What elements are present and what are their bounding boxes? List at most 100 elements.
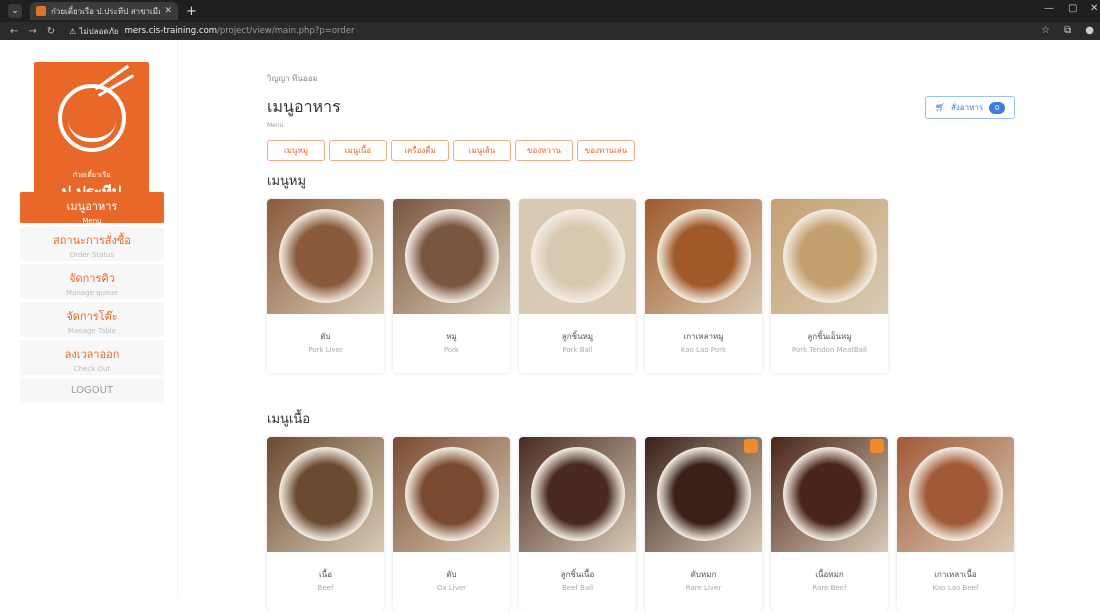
category-noodles-button[interactable]: เมนูเส้น [453,140,511,161]
main-content: วิญญา ทีนออม เมนูอาหาร Menu 🛒︎ สั่งอาหาร… [178,40,1100,611]
sidebar-item-sublabel: Menu [82,217,102,225]
close-tab-icon[interactable]: ✕ [164,6,172,16]
menu-item-name: ลูกชิ้นหมู [561,332,594,341]
menu-item-card[interactable]: เนื้อ Beef [267,437,384,611]
menu-item-english-name: Pork [443,346,460,354]
logout-label: LOGOUT [70,385,114,396]
sidebar: ก๋วยเตี๋ยวเรือ ป.ประทีป เมนูอาหาร Menu ส… [0,40,178,598]
page-title: เมนูอาหาร [267,97,341,116]
category-dessert-button[interactable]: ของหวาน [515,140,573,161]
category-snacks-button[interactable]: ของทานเล่น [577,140,635,161]
menu-item-name: ลูกชิ้นเอ็นหมู [807,332,852,341]
menu-item-name: เนื้อ [318,570,332,579]
user-name: วิญญา ทีนออม [267,74,318,83]
sidebar-item-sublabel: Manage Table [67,327,117,335]
menu-item-photo [645,199,762,314]
tab-title: ก๋วยเตี๋ยวเรือ ป.ประทีป สาขาเมืองนน [51,6,160,16]
tab-search-icon[interactable]: ⌄ [8,4,22,18]
menu-item-english-name: Kao Lao Pork [680,346,727,354]
menu-item-card[interactable]: ลูกชิ้นเนื้อ Beef Ball [519,437,636,611]
sidebar-item-label: ลงเวลาออก [64,348,120,361]
noodle-bowl-icon [58,84,126,152]
sidebar-item-check-out[interactable]: ลงเวลาออก Check Out [20,340,164,375]
menu-item-english-name: Pork Liver [308,346,343,354]
category-filter: เมนูหมู เมนูเนื้อ เครื่องดื่ม เมนูเส้น ข… [267,140,635,161]
profile-icon[interactable]: ● [1085,25,1094,36]
menu-item-photo [393,199,510,314]
page-subtitle: Menu [267,122,284,129]
menu-item-card[interactable]: ตับ Ox Liver [393,437,510,611]
sidebar-item-label: สถานะการสั่งซื้อ [53,234,131,247]
plate-shape [405,447,499,541]
restore-icon[interactable]: ▢ [1068,3,1077,14]
menu-item-card[interactable]: ลูกชิ้นเอ็นหมู Pork Tendon MeatBall [771,199,888,373]
menu-item-card[interactable]: เนื้อหมก Rare Beef [771,437,888,611]
forward-icon[interactable]: → [28,26,36,37]
minimize-icon[interactable]: — [1044,3,1054,14]
menu-item-photo [519,437,636,552]
reload-icon[interactable]: ↻ [47,26,55,37]
plate-shape [405,209,499,303]
sidebar-item-label: เมนูอาหาร [66,200,118,213]
menu-item-english-name: Pork Ball [562,346,593,354]
sidebar-item-sublabel: Order Status [69,251,115,259]
menu-item-photo [267,437,384,552]
menu-item-english-name: Pork Tendon MeatBall [792,346,867,354]
menu-item-photo [771,199,888,314]
section-title: เมนูหมู [267,174,307,189]
url-path: /project/view/main.php?p=order [217,26,355,36]
menu-item-name: เกาเหลาเนื้อ [934,570,977,579]
order-button[interactable]: 🛒︎ สั่งอาหาร 0 [925,96,1015,119]
plate-shape [657,209,751,303]
menu-item-photo [645,437,762,552]
menu-item-english-name: Beef Ball [561,584,594,592]
menu-item-name: หมู [446,332,457,341]
sidebar-item-manage-queue[interactable]: จัดการคิว Manage queue [20,264,164,299]
menu-item-english-name: Rare Liver [685,584,722,592]
menu-item-name: เนื้อหมก [815,570,844,579]
browser-tab-strip: ⌄ ก๋วยเตี๋ยวเรือ ป.ประทีป สาขาเมืองนน ✕ … [0,0,1100,22]
menu-item-card[interactable]: เกาเหลาหมู Kao Lao Pork [645,199,762,373]
menu-item-english-name: Rare Beef [812,584,847,592]
category-beef-button[interactable]: เมนูเนื้อ [329,140,387,161]
address-bar[interactable]: ⚠ ไม่ปลอดภัย mers.cis-training.com/proje… [69,24,354,38]
menu-item-english-name: Ox Liver [436,584,467,592]
browser-tab[interactable]: ก๋วยเตี๋ยวเรือ ป.ประทีป สาขาเมืองนน ✕ [30,2,178,20]
badge-icon [870,439,884,453]
menu-item-name: เกาเหลาหมู [683,332,724,341]
extensions-icon[interactable]: ⧉ [1064,25,1071,36]
sidebar-item-label: จัดการโต๊ะ [66,310,118,323]
order-count-badge: 0 [989,101,1006,114]
browser-toolbar: ← → ↻ ⚠ ไม่ปลอดภัย mers.cis-training.com… [0,22,1100,40]
plate-shape [783,447,877,541]
security-label: ไม่ปลอดภัย [79,26,119,36]
category-pork-button[interactable]: เมนูหมู [267,140,325,161]
menu-item-card[interactable]: ลูกชิ้นหมู Pork Ball [519,199,636,373]
bookmark-star-icon[interactable]: ☆ [1041,25,1050,36]
menu-item-name: ตับหมก [690,570,717,579]
menu-item-card[interactable]: ตับ Pork Liver [267,199,384,373]
back-icon[interactable]: ← [10,26,18,37]
plate-shape [531,447,625,541]
category-drinks-button[interactable]: เครื่องดื่ม [391,140,449,161]
menu-item-card[interactable]: หมู Pork [393,199,510,373]
menu-item-photo [519,199,636,314]
order-button-label: สั่งอาหาร [951,103,984,112]
sidebar-item-sublabel: Check Out [73,365,111,373]
sidebar-item-label: จัดการคิว [69,272,115,285]
sidebar-item-menu[interactable]: เมนูอาหาร Menu [20,192,164,225]
menu-item-photo [897,437,1014,552]
sidebar-item-manage-table[interactable]: จัดการโต๊ะ Manage Table [20,302,164,337]
plate-shape [279,209,373,303]
warning-icon: ⚠ [69,26,77,36]
sidebar-item-order-status[interactable]: สถานะการสั่งซื้อ Order Status [20,226,164,261]
window-close-icon[interactable]: ✕ [1090,3,1098,14]
new-tab-icon[interactable]: + [186,4,197,19]
logout-button[interactable]: LOGOUT [20,378,164,402]
url-host: mers.cis-training.com [124,26,218,36]
badge-icon [744,439,758,453]
menu-item-card[interactable]: ตับหมก Rare Liver [645,437,762,611]
menu-item-english-name: Kao Lao Beef [932,584,979,592]
menu-item-photo [771,437,888,552]
menu-item-card[interactable]: เกาเหลาเนื้อ Kao Lao Beef [897,437,1014,611]
